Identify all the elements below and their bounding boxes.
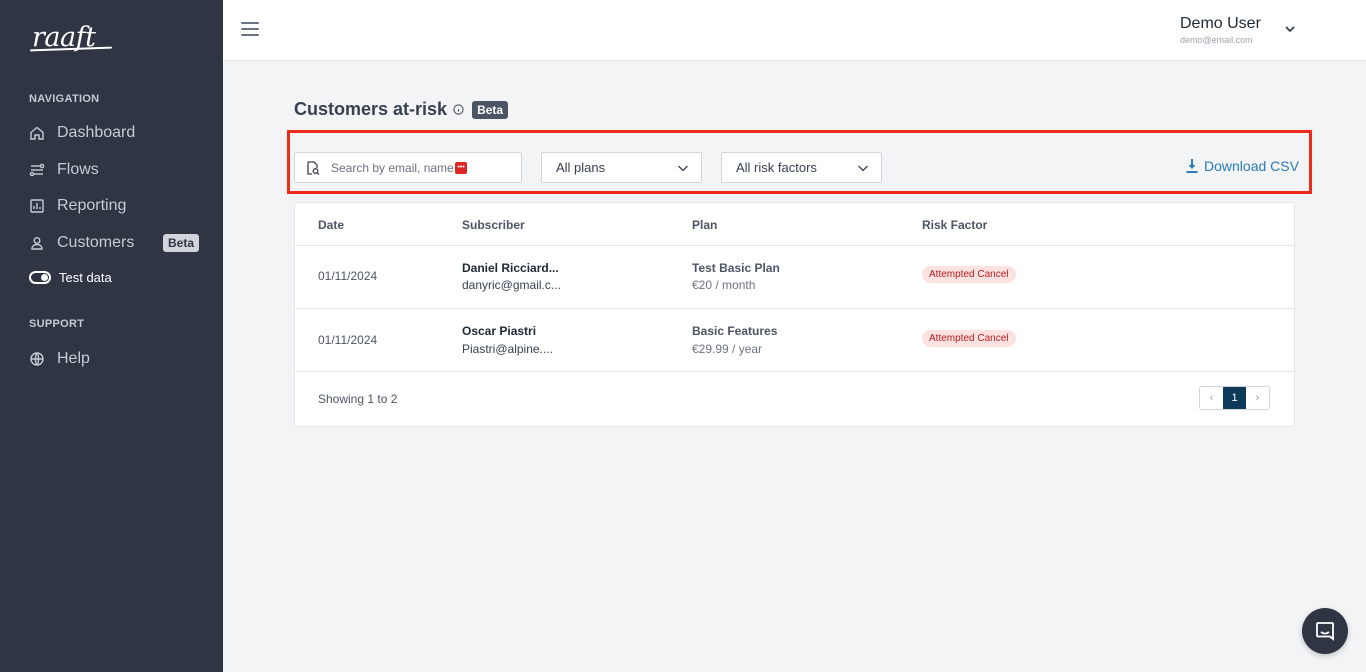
- download-csv-button[interactable]: Download CSV: [1186, 158, 1299, 174]
- download-icon: [1186, 159, 1198, 173]
- subscriber-email: danyric@gmail.c...: [462, 278, 561, 292]
- page-title-text: Customers at-risk: [294, 99, 448, 119]
- pagination: ‹ 1 ›: [1199, 386, 1270, 410]
- search-field[interactable]: •••: [294, 152, 522, 183]
- support-section-label: SUPPORT: [29, 318, 85, 330]
- header-divider: [295, 245, 1294, 246]
- plans-select-value: All plans: [556, 160, 606, 175]
- search-input[interactable]: [331, 160, 453, 175]
- sidebar-item-flows[interactable]: Flows: [29, 158, 199, 182]
- globe-icon: [29, 351, 45, 367]
- plan-name: Test Basic Plan: [692, 261, 780, 275]
- chevron-down-icon: [678, 165, 688, 172]
- user-icon: [29, 235, 45, 251]
- column-header-plan[interactable]: Plan: [692, 218, 717, 232]
- top-bar: Demo User demo@email.com: [223, 0, 1366, 61]
- plans-select[interactable]: All plans: [541, 152, 702, 183]
- user-name[interactable]: Demo User: [1180, 15, 1261, 33]
- chevron-down-icon: [858, 165, 868, 172]
- subscriber-name[interactable]: Daniel Ricciard...: [462, 261, 559, 275]
- password-manager-icon[interactable]: •••: [455, 161, 467, 174]
- test-data-toggle[interactable]: [29, 271, 51, 284]
- customers-beta-badge: Beta: [163, 234, 200, 252]
- sidebar-item-dashboard[interactable]: Dashboard: [29, 121, 199, 145]
- risk-factor-badge: Attempted Cancel: [922, 266, 1016, 283]
- home-icon: [29, 125, 45, 141]
- chart-icon: [29, 198, 45, 214]
- column-header-risk-factor[interactable]: Risk Factor: [922, 218, 987, 232]
- sidebar: raaft NAVIGATION Dashboard Flows Reporti…: [0, 0, 223, 672]
- sidebar-item-label: Flows: [57, 161, 99, 178]
- search-document-icon: [307, 160, 320, 175]
- risk-factors-select[interactable]: All risk factors: [721, 152, 882, 183]
- download-csv-label: Download CSV: [1204, 158, 1299, 174]
- test-data-label: Test data: [59, 270, 112, 285]
- column-header-subscriber[interactable]: Subscriber: [462, 218, 525, 232]
- sidebar-item-reporting[interactable]: Reporting: [29, 194, 199, 218]
- page-title: Customers at-risk Beta: [294, 99, 509, 120]
- chat-launcher-button[interactable]: [1302, 608, 1348, 654]
- subscriber-name[interactable]: Oscar Piastri: [462, 324, 536, 338]
- navigation-section-label: NAVIGATION: [29, 93, 100, 105]
- row-divider: [295, 371, 1294, 372]
- plan-price: €29.99 / year: [692, 342, 763, 356]
- info-icon[interactable]: [453, 104, 464, 115]
- risk-factor-badge: Attempted Cancel: [922, 330, 1016, 347]
- pagination-prev-button[interactable]: ‹: [1200, 387, 1223, 409]
- sidebar-item-label: Help: [57, 350, 90, 367]
- pagination-page-1[interactable]: 1: [1223, 387, 1246, 409]
- sidebar-item-label: Dashboard: [57, 124, 136, 141]
- subscriber-email: Piastri@alpine....: [462, 342, 553, 356]
- title-beta-badge: Beta: [472, 100, 509, 119]
- sidebar-item-label: Customers: [57, 234, 135, 251]
- plan-price: €20 / month: [692, 278, 756, 292]
- chat-icon: [1316, 622, 1334, 641]
- row-date: 01/11/2024: [318, 333, 378, 347]
- sidebar-item-help[interactable]: Help: [29, 347, 199, 371]
- row-date: 01/11/2024: [318, 269, 378, 283]
- customers-table: Date Subscriber Plan Risk Factor 01/11/2…: [294, 202, 1295, 427]
- hamburger-menu-icon[interactable]: [241, 22, 259, 38]
- test-data-toggle-row[interactable]: Test data: [29, 270, 112, 285]
- flows-icon: [29, 162, 45, 178]
- pagination-next-button[interactable]: ›: [1246, 387, 1269, 409]
- chevron-down-icon[interactable]: [1283, 22, 1297, 36]
- plan-name: Basic Features: [692, 324, 778, 338]
- showing-count: Showing 1 to 2: [318, 392, 398, 406]
- risk-select-value: All risk factors: [736, 160, 817, 175]
- column-header-date[interactable]: Date: [318, 218, 344, 232]
- row-divider: [295, 308, 1294, 309]
- sidebar-item-label: Reporting: [57, 197, 127, 214]
- user-email: demo@email.com: [1180, 35, 1253, 45]
